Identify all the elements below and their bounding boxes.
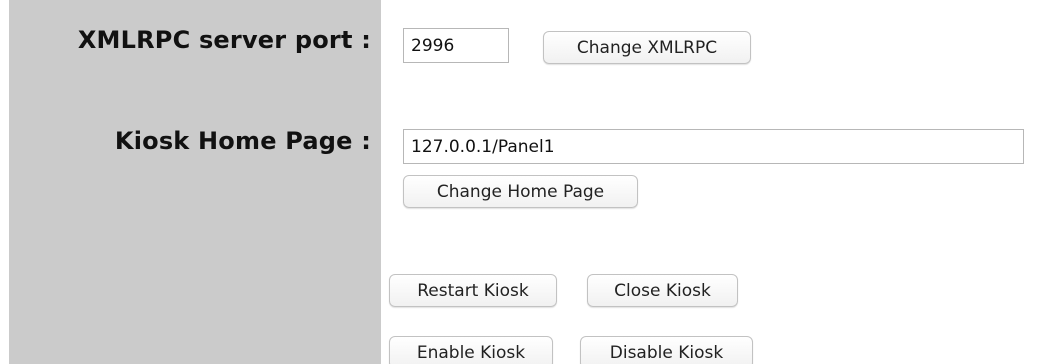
xmlrpc-port-label: XMLRPC server port : [77, 26, 371, 54]
kiosk-settings-page: XMLRPC server port : Kiosk Home Page : C… [0, 0, 1045, 364]
home-page-label: Kiosk Home Page : [114, 127, 371, 155]
label-column: XMLRPC server port : Kiosk Home Page : [9, 0, 381, 364]
close-kiosk-button[interactable]: Close Kiosk [587, 274, 738, 307]
home-page-input[interactable] [403, 129, 1024, 164]
xmlrpc-port-input[interactable] [403, 28, 509, 63]
enable-kiosk-button[interactable]: Enable Kiosk [389, 336, 553, 364]
change-home-page-button[interactable]: Change Home Page [403, 175, 638, 208]
disable-kiosk-button[interactable]: Disable Kiosk [580, 336, 753, 364]
change-xmlrpc-button[interactable]: Change XMLRPC [543, 31, 751, 64]
restart-kiosk-button[interactable]: Restart Kiosk [389, 274, 557, 307]
